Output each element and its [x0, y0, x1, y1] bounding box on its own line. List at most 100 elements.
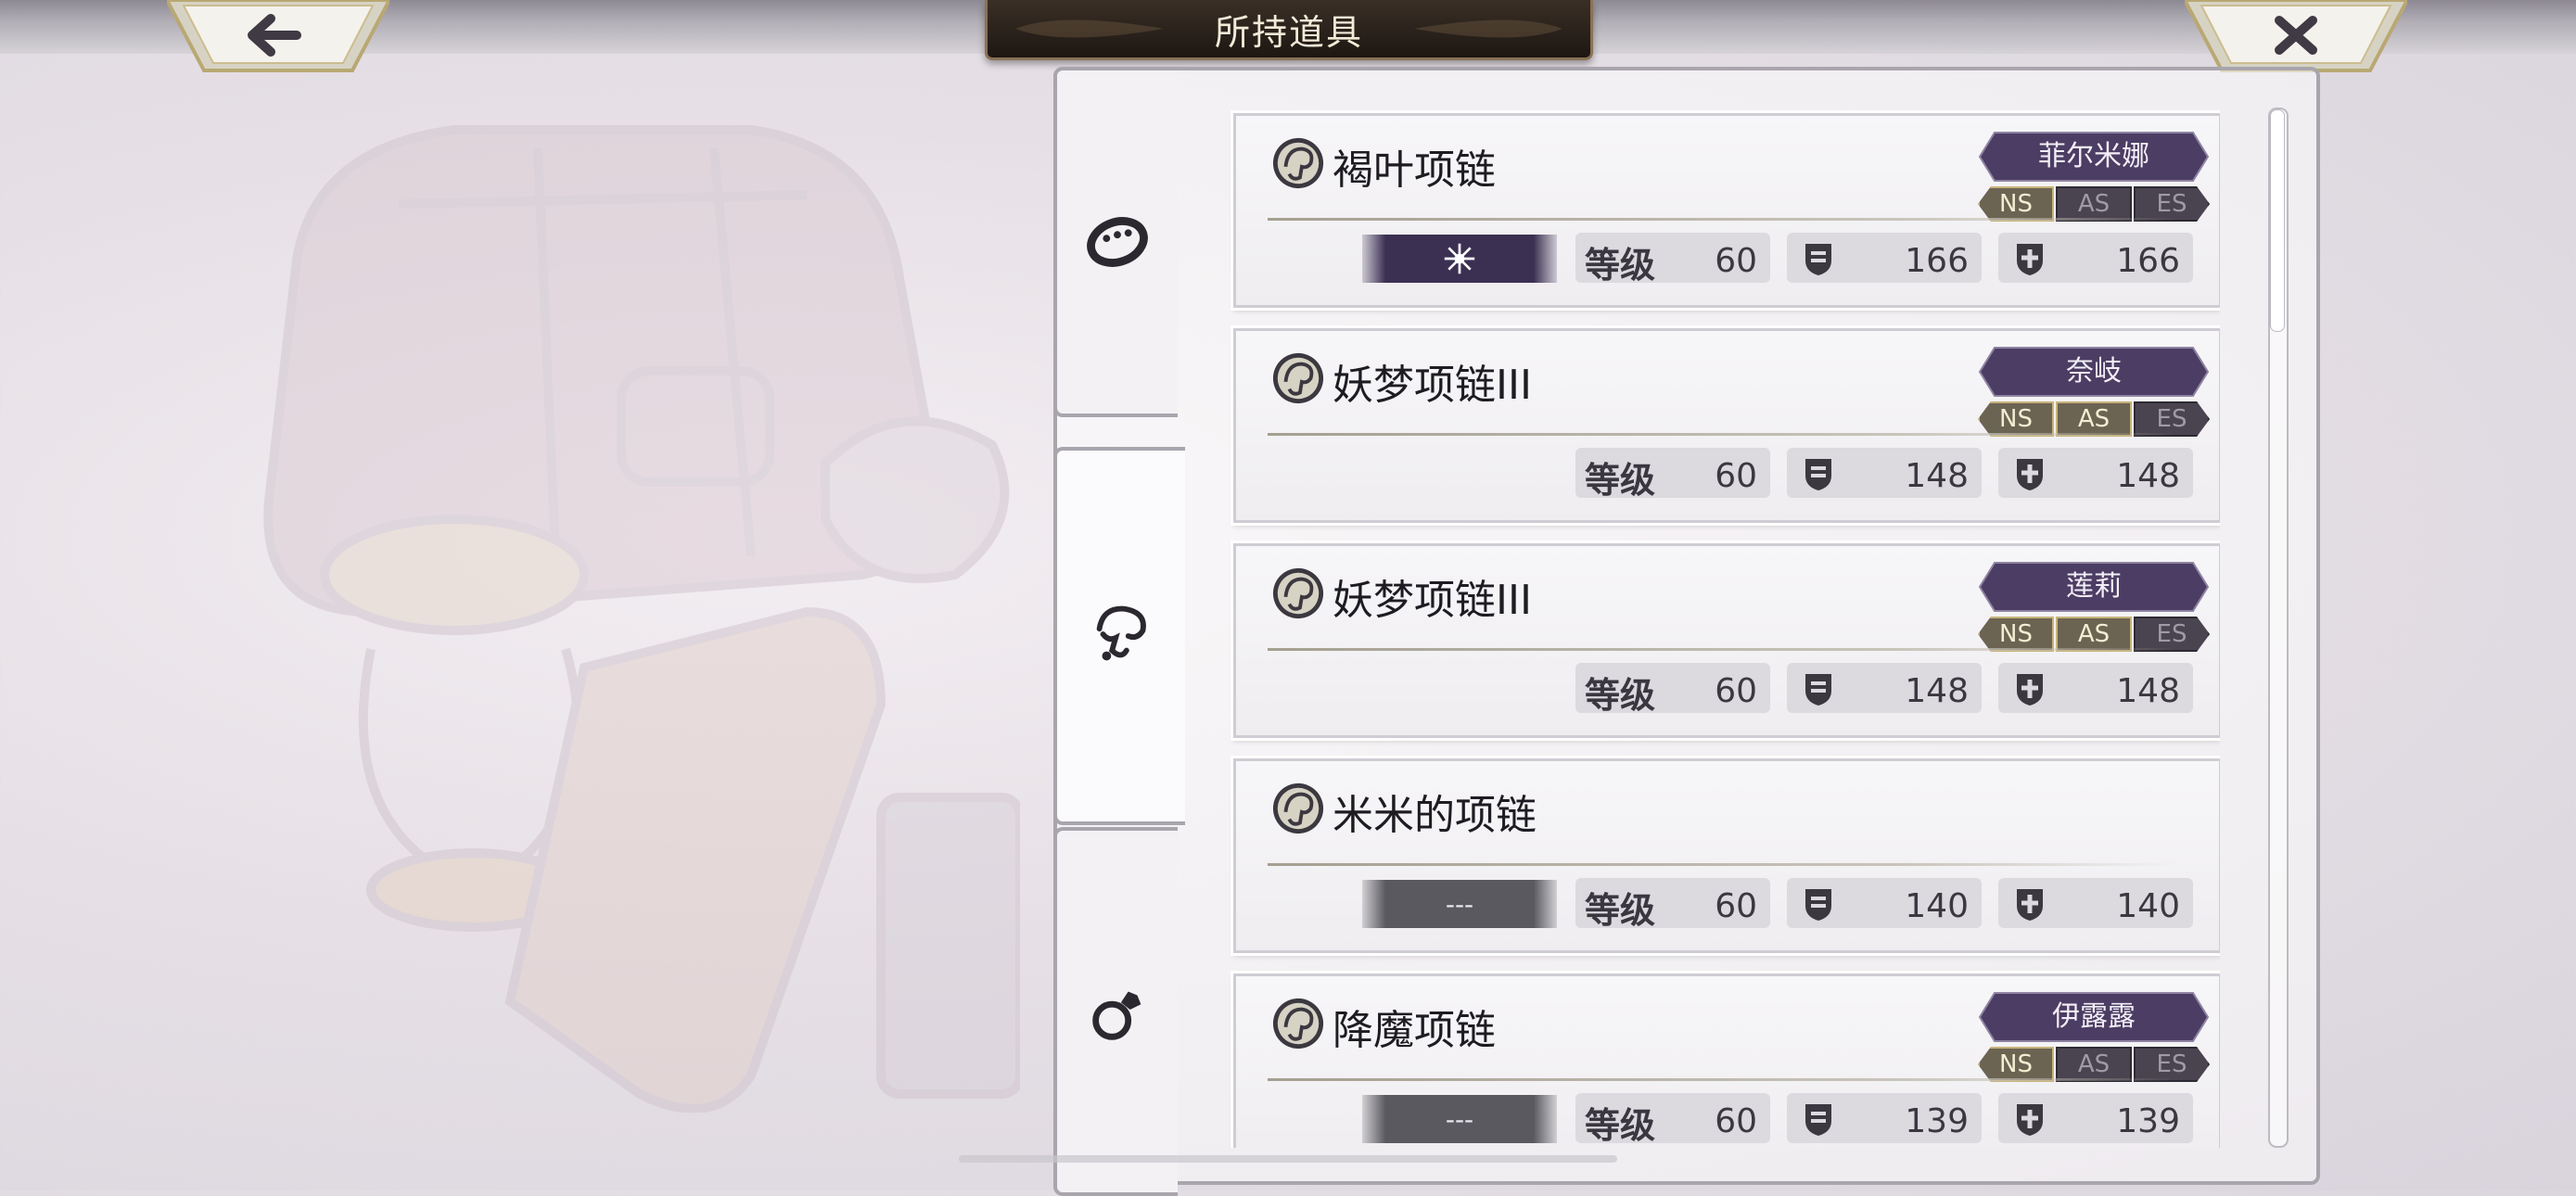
resistance-stat: 166 — [1998, 233, 2193, 283]
defense-shield-icon — [1805, 459, 1831, 490]
ornament-right — [1414, 19, 1562, 38]
level-label: 等级 — [1585, 460, 1656, 501]
level-value: 60 — [1715, 242, 1757, 280]
defense-shield-icon — [1805, 674, 1831, 706]
divider — [1268, 433, 2176, 436]
item-name: 妖梦项链III — [1333, 577, 1532, 624]
necklace-category-icon — [1272, 137, 1324, 189]
level-value: 60 — [1715, 457, 1757, 495]
character-name: 莲莉 — [2066, 570, 2122, 603]
enhancement-slot — [1362, 235, 1557, 283]
tab-bracelet[interactable] — [1053, 67, 1178, 417]
item-card[interactable]: 米米的项链 --- 等级 60 140 140 — [1231, 756, 2220, 956]
defense-value: 139 — [1905, 1102, 1969, 1140]
character-name: 菲尔米娜 — [2038, 140, 2149, 172]
resistance-stat: 139 — [1998, 1093, 2193, 1143]
enhancement-empty: --- — [1445, 888, 1474, 920]
style-indicator: NS AS ES — [1978, 617, 2210, 652]
defense-value: 166 — [1905, 242, 1969, 280]
level-label: 等级 — [1585, 245, 1656, 286]
character-tag: 莲莉 — [1978, 561, 2210, 613]
resistance-stat: 148 — [1998, 663, 2193, 713]
resistance-shield-icon — [2017, 1104, 2043, 1136]
ring-icon — [1092, 991, 1141, 1040]
defense-stat: 139 — [1787, 1093, 1982, 1143]
style-as: AS — [2056, 186, 2132, 222]
defense-shield-icon — [1805, 889, 1831, 921]
sparkle-icon — [1444, 243, 1475, 274]
necklace-category-icon — [1272, 567, 1324, 619]
item-card[interactable]: 妖梦项链III 奈岐 NS AS ES 等级 60 148 148 — [1231, 325, 2220, 526]
necklace-category-icon — [1272, 998, 1324, 1050]
character-tag: 奈岐 — [1978, 346, 2210, 398]
defense-stat: 140 — [1787, 878, 1982, 928]
level-label: 等级 — [1585, 1105, 1656, 1146]
defense-shield-icon — [1805, 244, 1831, 275]
necklace-category-icon — [1272, 782, 1324, 834]
divider — [1268, 863, 2176, 866]
divider — [1268, 1078, 2176, 1081]
style-ns: NS — [1978, 1047, 2054, 1082]
resistance-shield-icon — [2017, 889, 2043, 921]
style-es: ES — [2134, 186, 2210, 222]
back-button[interactable] — [164, 0, 392, 74]
style-indicator: NS AS ES — [1978, 1047, 2210, 1082]
level-stat: 等级 60 — [1575, 878, 1770, 931]
level-stat: 等级 60 — [1575, 233, 1770, 286]
character-tag: 菲尔米娜 — [1978, 131, 2210, 183]
style-ns: NS — [1978, 186, 2054, 222]
category-tabs — [1053, 67, 1185, 1196]
item-name: 褐叶项链 — [1333, 146, 1496, 194]
style-ns: NS — [1978, 617, 2054, 652]
style-ns: NS — [1978, 401, 2054, 437]
level-label: 等级 — [1585, 675, 1656, 716]
enhancement-slot: --- — [1362, 1095, 1557, 1143]
style-as: AS — [2056, 617, 2132, 652]
item-name: 米米的项链 — [1333, 792, 1537, 839]
level-value: 60 — [1715, 887, 1757, 925]
defense-value: 148 — [1905, 672, 1969, 710]
level-value: 60 — [1715, 672, 1757, 710]
bracelet-icon — [1087, 217, 1148, 267]
level-stat: 等级 60 — [1575, 448, 1770, 501]
background-artwork — [263, 125, 1020, 1113]
close-button[interactable] — [2182, 0, 2410, 74]
screen-title: 所持道具 — [1214, 11, 1363, 53]
defense-stat: 166 — [1787, 233, 1982, 283]
resistance-shield-icon — [2017, 674, 2043, 706]
level-stat: 等级 60 — [1575, 663, 1770, 716]
tab-necklace[interactable] — [1053, 447, 1185, 825]
resistance-value: 148 — [2116, 672, 2180, 710]
divider — [1268, 648, 2176, 651]
defense-stat: 148 — [1787, 448, 1982, 498]
item-card[interactable]: 褐叶项链 菲尔米娜 NS AS ES 等级 60 166 166 — [1231, 110, 2220, 311]
resistance-stat: 148 — [1998, 448, 2193, 498]
divider — [1268, 218, 2176, 221]
enhancement-slot: --- — [1362, 880, 1557, 928]
item-name: 降魔项链 — [1333, 1007, 1496, 1054]
style-as: AS — [2056, 1047, 2132, 1082]
defense-shield-icon — [1805, 1104, 1831, 1136]
style-indicator: NS AS ES — [1978, 186, 2210, 222]
resistance-value: 148 — [2116, 457, 2180, 495]
resistance-value: 140 — [2116, 887, 2180, 925]
defense-stat: 148 — [1787, 663, 1982, 713]
item-card[interactable]: 妖梦项链III 莲莉 NS AS ES 等级 60 148 148 — [1231, 541, 2220, 741]
resistance-stat: 140 — [1998, 878, 2193, 928]
resistance-shield-icon — [2017, 459, 2043, 490]
tab-ring[interactable] — [1053, 827, 1178, 1196]
list-scrollbar-thumb[interactable] — [2270, 109, 2285, 332]
defense-value: 140 — [1905, 887, 1969, 925]
style-as: AS — [2056, 401, 2132, 437]
enhancement-empty: --- — [1445, 1103, 1474, 1135]
style-indicator: NS AS ES — [1978, 401, 2210, 437]
item-card[interactable]: 降魔项链 伊露露 NS AS ES --- 等级 60 139 139 — [1231, 971, 2220, 1148]
character-name: 伊露露 — [2052, 1000, 2136, 1033]
style-es: ES — [2134, 617, 2210, 652]
necklace-icon — [1096, 605, 1146, 661]
resistance-value: 139 — [2116, 1102, 2180, 1140]
item-list[interactable]: 褐叶项链 菲尔米娜 NS AS ES 等级 60 166 166 妖梦项链III… — [1230, 109, 2220, 1148]
style-es: ES — [2134, 1047, 2210, 1082]
level-stat: 等级 60 — [1575, 1093, 1770, 1146]
resistance-value: 166 — [2116, 242, 2180, 280]
